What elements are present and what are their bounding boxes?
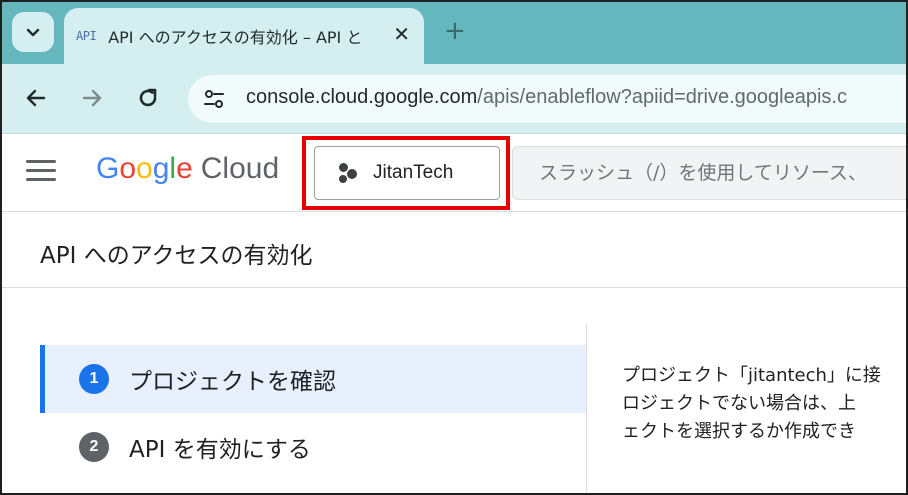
tab-title: API へのアクセスの有効化 – API と xyxy=(108,28,363,47)
url-text[interactable]: console.cloud.google.com/apis/enableflow… xyxy=(246,86,847,109)
chevron-down-icon xyxy=(26,28,40,37)
description-line: ロジェクトでない場合は、上 xyxy=(622,393,856,414)
logo-letter: G xyxy=(96,152,120,185)
reload-icon xyxy=(139,88,157,107)
step-description: プロジェクト「jitantech」に接 ロジェクトでない場合は、上 ェクトを選択… xyxy=(622,362,906,446)
logo-letter: g xyxy=(152,152,170,185)
step-number-badge: 1 xyxy=(79,364,109,394)
url-host: console.cloud.google.com xyxy=(246,86,478,108)
reload-button[interactable] xyxy=(132,82,164,114)
hamburger-menu-icon[interactable] xyxy=(26,160,60,186)
site-info-icon[interactable] xyxy=(202,87,226,111)
step-label: プロジェクトを確認 xyxy=(129,369,336,395)
step-2[interactable]: 2 API を有効にする xyxy=(40,413,586,481)
description-line: プロジェクト「jitantech」に接 xyxy=(622,365,881,386)
forward-button[interactable] xyxy=(76,82,108,114)
api-favicon-icon: API xyxy=(76,29,97,43)
console-header: Google Cloud JitanTech xyxy=(2,134,906,212)
search-box[interactable] xyxy=(512,146,906,200)
description-line: ェクトを選択するか作成でき xyxy=(622,421,856,442)
page-title: API へのアクセスの有効化 xyxy=(40,243,313,269)
step-number-badge: 2 xyxy=(79,432,109,462)
step-1[interactable]: 1 プロジェクトを確認 xyxy=(40,345,586,413)
browser-tab-active[interactable]: API API へのアクセスの有効化 – API と ✕ xyxy=(64,8,424,64)
logo-letter: o xyxy=(119,152,137,185)
browser-window: API API へのアクセスの有効化 – API と ✕ + console.c… xyxy=(0,0,908,495)
logo-letter: e xyxy=(176,152,193,185)
step-label: API を有効にする xyxy=(129,437,311,463)
back-button[interactable] xyxy=(20,82,52,114)
search-input[interactable] xyxy=(513,147,906,199)
page-title-bar: API へのアクセスの有効化 xyxy=(2,212,906,288)
google-cloud-logo[interactable]: Google Cloud xyxy=(96,152,279,186)
close-icon[interactable]: ✕ xyxy=(393,22,410,46)
arrow-right-icon xyxy=(82,89,102,107)
address-bar[interactable]: console.cloud.google.com/apis/enableflow… xyxy=(188,75,906,123)
logo-cloud-word: Cloud xyxy=(200,152,280,185)
logo-letter: o xyxy=(136,152,153,185)
tab-strip: API API へのアクセスの有効化 – API と ✕ + xyxy=(2,2,906,64)
annotation-highlight-box xyxy=(302,136,510,210)
url-path: /apis/enableflow?apiid=drive.googleapis.… xyxy=(477,86,847,108)
tab-search-button[interactable] xyxy=(12,12,54,52)
browser-toolbar: console.cloud.google.com/apis/enableflow… xyxy=(2,64,906,134)
arrow-left-icon xyxy=(26,89,46,107)
new-tab-button[interactable]: + xyxy=(444,16,466,46)
stepper: 1 プロジェクトを確認 2 API を有効にする xyxy=(2,288,586,493)
panel-divider xyxy=(586,324,587,493)
